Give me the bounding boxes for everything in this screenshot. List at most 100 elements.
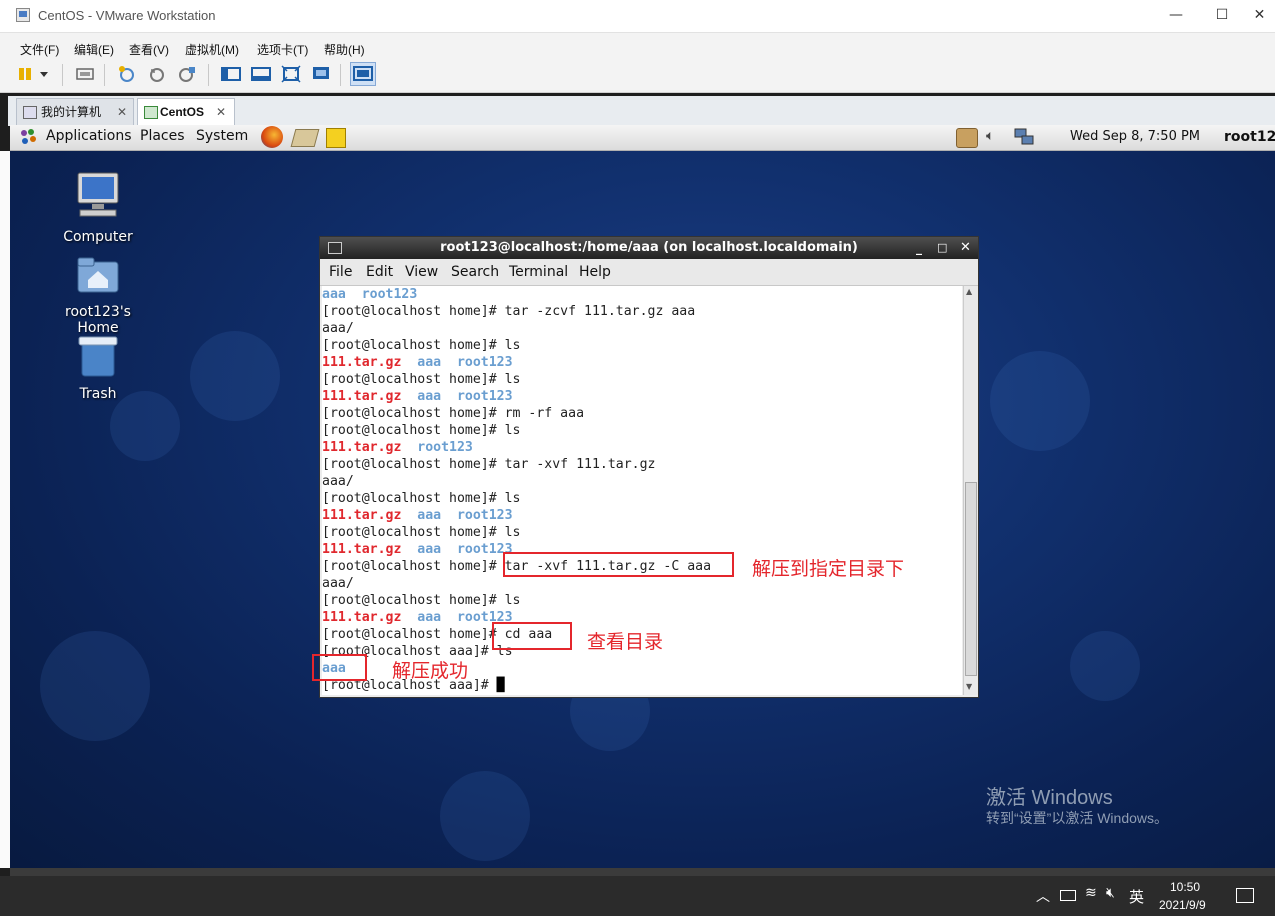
scroll-down-icon[interactable]: ▼ [966,682,972,691]
close-button[interactable]: ✕ [1244,4,1275,28]
menu-tabs[interactable]: 选项卡(T) [257,41,308,58]
wallpaper-bokeh [990,351,1090,451]
terminal-text: [root@localhost home]# ls [322,423,521,438]
tab-close-icon[interactable]: ✕ [216,99,226,125]
terminal-text: aaa root123 [401,542,513,557]
toolbar-divider [62,64,63,86]
send-ctrl-alt-del-icon[interactable] [74,64,96,84]
terminal-text: aaa root123 [401,389,513,404]
activation-watermark-text: 转到“设置”以激活 Windows。 [986,810,1169,826]
volume-icon[interactable]: 🔈︎ [986,128,994,144]
user-name[interactable]: root12 [1224,129,1275,145]
speaker-muted-icon[interactable]: 🔇︎ [1106,885,1115,901]
menu-help[interactable]: 帮助(H) [324,41,365,58]
terminal-text: aaa/ [322,576,354,591]
minimize-icon[interactable]: _ [916,237,922,259]
terminal-text: aaa root123 [322,287,418,302]
terminal-line: [root@localhost home]# ls [322,422,962,439]
terminal-titlebar[interactable]: root123@localhost:/home/aaa (on localhos… [320,237,978,259]
terminal-text: 111.tar.gz [322,389,402,404]
close-icon[interactable]: ✕ [960,237,971,259]
terminal-line: [root@localhost home]# ls [322,490,962,507]
terminal-text: [root@localhost home]# tar -zcvf 111.tar… [322,304,696,319]
terminal-menu-file[interactable]: File [329,264,352,280]
toolbar-divider [104,64,105,86]
terminal-line: [root@localhost home]# ls [322,337,962,354]
annotation-box [503,552,734,577]
battery-icon[interactable] [1060,890,1076,901]
maximize-button[interactable]: ☐ [1199,4,1245,28]
pause-icon[interactable] [16,64,42,84]
menu-file[interactable]: 文件(F) [20,41,59,58]
menu-bar: 文件(F) 编辑(E) 查看(V) 虚拟机(M) 选项卡(T) 帮助(H) [0,32,1275,59]
maximize-icon[interactable]: □ [937,237,947,259]
mail-icon[interactable] [290,129,320,147]
notification-icon[interactable] [1236,888,1254,903]
window-title: CentOS - VMware Workstation [38,8,216,23]
scrollbar-thumb[interactable] [965,482,977,676]
terminal-line: 111.tar.gz aaa root123 [322,609,962,626]
terminal-text: aaa root123 [401,355,513,370]
terminal-text: 111.tar.gz [322,610,402,625]
fullscreen-icon[interactable] [280,64,302,84]
taskbar-date[interactable]: 2021/9/9 [1159,898,1206,912]
terminal-text: 111.tar.gz [322,508,402,523]
scroll-up-icon[interactable]: ▲ [966,287,972,296]
desktop-icon-label: Trash [79,386,117,402]
annotation-box [492,622,572,650]
terminal-line: [root@localhost home]# ls [322,371,962,388]
terminal-menu-view[interactable]: View [405,264,438,280]
terminal-scrollbar[interactable]: ▲ ▼ [963,286,978,695]
terminal-text: [root@localhost home]# ls [322,593,521,608]
menu-view[interactable]: 查看(V) [129,41,169,58]
vm-icon [144,106,158,119]
sidebar-view-icon[interactable] [220,64,242,84]
guest-top-panel: Applications Places System 🔈︎ Wed Sep 8,… [10,125,1275,151]
terminal-menu-edit[interactable]: Edit [366,264,393,280]
clock[interactable]: Wed Sep 8, 7:50 PM [1070,129,1200,144]
terminal-line: 111.tar.gz aaa root123 [322,354,962,371]
tab-label: 我的计算机 [41,105,102,119]
wallpaper-bokeh [40,631,150,741]
console-view-icon[interactable] [350,62,376,86]
revert-snapshot-icon[interactable] [146,64,168,84]
wallpaper-bokeh [190,331,280,421]
tab-my-computer[interactable]: 我的计算机 ✕ [16,98,134,125]
tab-centos[interactable]: CentOS ✕ [137,98,235,125]
network-icon[interactable] [1014,128,1034,146]
desktop-icon-trash[interactable]: Trash [43,334,153,402]
terminal-cursor: █ [496,678,505,693]
wifi-icon[interactable]: ≋ [1085,885,1097,901]
snapshot-icon[interactable] [116,64,138,84]
chevron-down-icon[interactable] [40,72,48,77]
taskbar-time[interactable]: 10:50 [1170,880,1200,894]
updates-icon[interactable] [956,128,978,148]
text-editor-icon[interactable] [326,128,346,148]
chevron-up-icon[interactable]: ︿ [1036,886,1050,906]
system-menu[interactable]: System [196,128,248,144]
menu-vm[interactable]: 虚拟机(M) [185,41,239,58]
terminal-menu-search[interactable]: Search [451,264,499,280]
terminal-text: aaa root123 [401,508,513,523]
places-menu[interactable]: Places [140,128,185,144]
desktop-icon-home[interactable]: root123's Home [43,254,153,336]
ime-indicator[interactable]: 英 [1129,886,1144,907]
terminal-text: [root@localhost home]# ls [322,525,521,540]
tab-close-icon[interactable]: ✕ [117,99,127,125]
terminal-menu-terminal[interactable]: Terminal [509,264,568,280]
terminal-menubar: File Edit View Search Terminal Help [320,259,978,286]
terminal-text: 111.tar.gz [322,542,402,557]
unity-icon[interactable] [310,64,332,84]
thumbnail-view-icon[interactable] [250,64,272,84]
applications-menu[interactable]: Applications [46,128,132,144]
firefox-icon[interactable] [261,126,283,148]
terminal-menu-help[interactable]: Help [579,264,611,280]
menu-edit[interactable]: 编辑(E) [74,41,114,58]
minimize-button[interactable]: — [1153,4,1199,28]
wallpaper-bokeh [440,771,530,861]
desktop-icon-label: Computer [63,229,133,245]
window-titlebar: CentOS - VMware Workstation — ☐ ✕ [0,0,1275,32]
snapshot-manager-icon[interactable] [176,64,198,84]
desktop-icon-computer[interactable]: Computer [43,171,153,245]
terminal-line: 111.tar.gz root123 [322,439,962,456]
